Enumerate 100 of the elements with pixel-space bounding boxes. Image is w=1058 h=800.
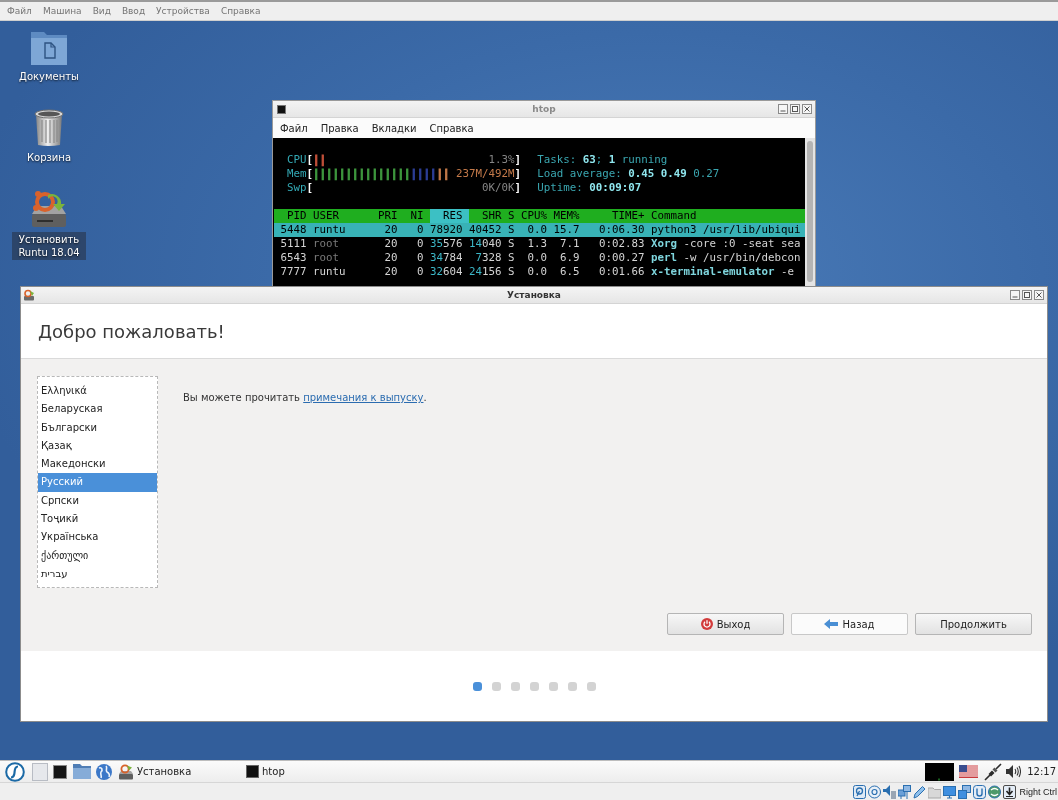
- optical-disc-icon[interactable]: [868, 784, 882, 799]
- meter-bracket: ]: [514, 167, 522, 181]
- speaker-icon[interactable]: [883, 784, 897, 799]
- meter-bracket: [: [306, 167, 313, 181]
- vm-menu-item[interactable]: Справка: [220, 6, 261, 16]
- vm-menu-item[interactable]: Машина: [42, 6, 82, 16]
- time-value: 0:00.27: [598, 251, 646, 265]
- language-option[interactable]: Српски: [38, 491, 157, 511]
- download-icon[interactable]: [1003, 784, 1017, 799]
- vm-menu-item[interactable]: Файл: [7, 6, 32, 16]
- pid-text: 5448: [279, 223, 308, 237]
- column-header[interactable]: NI: [404, 209, 430, 223]
- mem-value: 6.9: [559, 251, 581, 265]
- terminal-icon[interactable]: [53, 764, 67, 779]
- close-icon[interactable]: [1034, 290, 1044, 300]
- process-row[interactable]: 5111 root 20 0 35576 14040 S 1.3 7.1 0:02.83 Xorg -core :0 -seat sea: [274, 237, 805, 251]
- command-text: python3 /usr/lib/ubiqui: [651, 223, 802, 237]
- continue-button[interactable]: Продолжить: [915, 613, 1032, 635]
- minimize-icon[interactable]: [778, 104, 788, 114]
- pen-icon[interactable]: [913, 784, 927, 799]
- language-option[interactable]: Беларуская: [38, 400, 157, 419]
- task-button[interactable]: Установка: [116, 761, 240, 782]
- shortcut-label[interactable]: Корзина: [24, 151, 74, 164]
- time-value: 0:02.83: [598, 237, 646, 251]
- column-header[interactable]: RES: [430, 209, 469, 223]
- column-header[interactable]: S: [508, 209, 521, 223]
- page-heading: Добро пожаловать!: [38, 320, 225, 342]
- language-option[interactable]: עברית: [38, 564, 157, 584]
- terminal-icon: [246, 765, 259, 778]
- maximize-icon[interactable]: [1022, 290, 1032, 300]
- nice-value: 0: [416, 251, 425, 265]
- column-header[interactable]: TIME+: [586, 209, 651, 223]
- process-row[interactable]: 7777 runtu 20 0 32604 24156 S 0.0 6.5 0:01.66 x-terminal-emulator -e: [274, 265, 805, 279]
- folder-icon[interactable]: [73, 764, 91, 779]
- meter-bracket: ]: [514, 181, 522, 195]
- language-option[interactable]: Українська: [38, 528, 157, 547]
- cpu-load-graph: [925, 762, 955, 781]
- meter-value: 0K/0K: [482, 181, 515, 195]
- start-menu-icon[interactable]: [5, 761, 25, 782]
- drive-install-icon[interactable]: [29, 190, 69, 228]
- nice-value: 0: [416, 265, 425, 279]
- cpu-value: 0.0: [526, 251, 548, 265]
- process-row[interactable]: 6543 root 20 0 34784 7328 S 0.0 6.9 0:00.27 perl -w /usr/bin/debcon: [274, 251, 805, 265]
- state-value: S: [508, 223, 516, 237]
- cpu-value: 0.0: [526, 265, 548, 279]
- back-button[interactable]: Назад: [791, 613, 908, 635]
- flag-icon[interactable]: [959, 765, 979, 778]
- folder-icon[interactable]: [30, 30, 68, 66]
- trash-icon[interactable]: [34, 109, 64, 147]
- column-header[interactable]: USER: [313, 209, 378, 223]
- quit-button[interactable]: Выход: [667, 613, 784, 635]
- res-value: 78920: [430, 223, 464, 237]
- vm-menu-item[interactable]: Устройства: [156, 6, 210, 16]
- terminal-scrollbar[interactable]: [805, 138, 815, 286]
- language-option[interactable]: Български: [38, 418, 157, 437]
- shortcut-label[interactable]: Документы: [17, 70, 81, 83]
- column-header[interactable]: SHR: [469, 209, 508, 223]
- language-option[interactable]: Ελληνικά: [38, 382, 157, 401]
- shortcut-label[interactable]: Установить Runtu 18.04: [12, 232, 86, 260]
- language-option[interactable]: Тоҷикӣ: [38, 510, 157, 529]
- column-header[interactable]: PRI: [378, 209, 404, 223]
- release-notes-link[interactable]: примечания к выпуску: [303, 392, 424, 403]
- vm-menu-item[interactable]: Вид: [92, 6, 111, 16]
- menu-item[interactable]: Правка: [320, 122, 359, 134]
- column-header[interactable]: PID: [274, 209, 313, 223]
- network-icon[interactable]: [898, 784, 912, 799]
- column-header[interactable]: MEM%: [553, 209, 586, 223]
- meter-bracket: [: [306, 153, 313, 167]
- column-header[interactable]: CPU%: [521, 209, 554, 223]
- pid-text: 5111: [279, 237, 308, 251]
- language-option[interactable]: Македонски: [38, 455, 157, 474]
- monitor-icon[interactable]: [943, 784, 957, 799]
- meter-bars: |||||||||||||||: [313, 167, 411, 181]
- mem-value: 15.7: [553, 223, 581, 237]
- system-summary: Tasks: 63; 1 running: [537, 153, 669, 167]
- minimize-icon[interactable]: [1010, 290, 1020, 300]
- globe-icon[interactable]: [96, 763, 112, 780]
- language-option[interactable]: Қазақ: [38, 436, 157, 456]
- u-shape-icon[interactable]: [973, 784, 987, 799]
- stacked-windows-icon[interactable]: [958, 784, 972, 799]
- pid-text: 7777: [279, 265, 308, 279]
- vm-menu-item[interactable]: Ввод: [121, 6, 146, 16]
- clock[interactable]: 12:17: [1027, 766, 1056, 777]
- language-option[interactable]: ქართული: [38, 546, 157, 565]
- close-icon[interactable]: [802, 104, 812, 114]
- plug-icon[interactable]: [984, 762, 1003, 781]
- task-button[interactable]: htop: [242, 761, 366, 782]
- volume-icon[interactable]: [1006, 765, 1022, 778]
- column-header[interactable]: Command: [651, 209, 805, 223]
- mem-value: 6.5: [559, 265, 581, 279]
- meter-bars: ||: [436, 167, 450, 181]
- shr-value: 14040: [469, 237, 503, 251]
- menu-item[interactable]: Файл: [280, 122, 308, 134]
- process-row[interactable]: 5448 runtu 20 0 78920 40452 S 0.0 15.7 0:06.30 python3 /usr/lib/ubiqui: [274, 223, 805, 237]
- menu-item[interactable]: Справка: [429, 122, 474, 134]
- sync-icon[interactable]: [988, 784, 1002, 799]
- menu-item[interactable]: Вкладки: [371, 122, 417, 134]
- maximize-icon[interactable]: [790, 104, 800, 114]
- command-text: perl -w /usr/bin/debcon: [651, 251, 802, 265]
- drive-install-icon: [23, 289, 35, 301]
